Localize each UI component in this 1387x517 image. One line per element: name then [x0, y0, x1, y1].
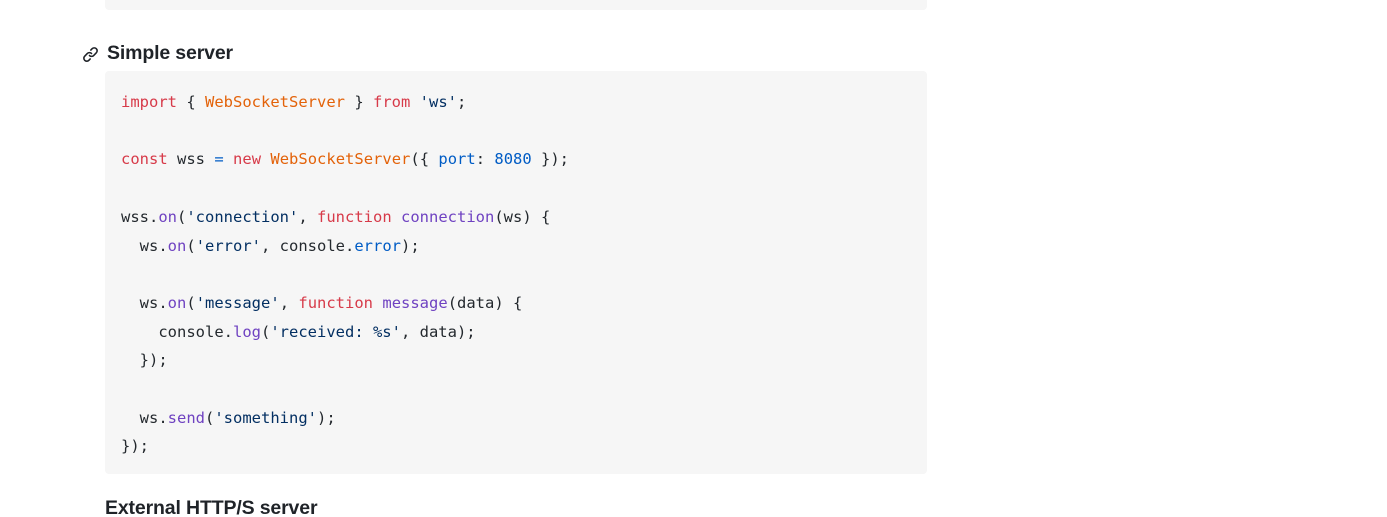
code-token: error: [354, 236, 402, 255]
code-token: );: [317, 408, 336, 427]
code-token: ;: [456, 93, 467, 111]
code-line: ws.send('something');: [121, 404, 911, 433]
code-line: console.log('received: %s', data);: [121, 318, 911, 347]
code-token: ,: [298, 207, 317, 226]
code-token: );: [401, 236, 420, 255]
code-token: log: [232, 322, 261, 341]
code-token: WebSocketServer: [205, 93, 345, 111]
code-token: });: [121, 351, 168, 370]
code-line: ​: [121, 174, 911, 203]
code-token: (ws) {: [494, 207, 551, 226]
code-token: =: [214, 150, 224, 169]
code-token: import: [121, 93, 177, 111]
code-token: :: [475, 150, 495, 169]
code-token: ({: [410, 150, 439, 169]
code-token: from: [372, 93, 411, 111]
code-token: {: [177, 93, 205, 111]
code-token: ws.: [121, 293, 168, 312]
code-token: });: [121, 437, 149, 456]
code-token: (: [186, 293, 196, 312]
code-token: connection: [401, 207, 495, 226]
code-token: 'received: %s': [270, 322, 401, 341]
code-content: import { WebSocketServer } from 'ws';​co…: [105, 71, 927, 474]
documentation-page: Simple server import { WebSocketServer }…: [0, 0, 1387, 517]
code-token: , console.: [261, 236, 355, 255]
code-token: (: [186, 236, 196, 255]
code-token: wss: [167, 150, 215, 169]
code-line: ​: [121, 375, 911, 404]
code-line: ws.on('message', function message(data) …: [121, 289, 911, 318]
code-token: wss.: [121, 207, 159, 226]
code-block-simple-server[interactable]: import { WebSocketServer } from 'ws';​co…: [105, 71, 927, 474]
code-token: (: [205, 408, 215, 427]
code-token: message: [382, 293, 448, 312]
code-token: 'connection': [186, 207, 299, 226]
code-token: (: [177, 207, 187, 226]
code-line: import { WebSocketServer } from 'ws';: [121, 88, 911, 117]
code-token: on: [167, 293, 187, 312]
code-line: });: [121, 346, 911, 375]
section-heading-text: Simple server: [107, 42, 233, 65]
code-token: (data) {: [447, 293, 523, 312]
code-token: function: [317, 207, 392, 226]
code-token: const: [121, 150, 168, 169]
section-heading-external-http-server: External HTTP/S server: [105, 497, 318, 517]
previous-code-block-tail: [105, 0, 927, 10]
code-token: console.: [121, 322, 233, 341]
code-token: on: [158, 207, 177, 226]
section-heading-simple-server: Simple server: [82, 40, 233, 68]
code-token: });: [531, 150, 570, 169]
code-token: ,: [279, 293, 299, 312]
code-token: 'something': [214, 408, 317, 427]
code-token: ws.: [121, 408, 168, 427]
code-token: }: [344, 93, 373, 111]
code-line: wss.on('connection', function connection…: [121, 203, 911, 232]
code-token: function: [298, 293, 374, 312]
code-token: 'message': [195, 293, 280, 312]
code-token: (: [260, 322, 271, 341]
code-line: });: [121, 432, 911, 461]
code-token: 'error': [195, 236, 262, 255]
code-token: WebSocketServer: [270, 150, 411, 169]
code-token: port: [438, 150, 476, 169]
code-line: ws.on('error', console.error);: [121, 232, 911, 261]
code-token: 'ws': [419, 93, 457, 111]
code-token: new: [233, 150, 262, 169]
link-icon[interactable]: [82, 46, 99, 63]
code-line: ​: [121, 117, 911, 146]
code-token: 8080: [494, 150, 532, 169]
code-line: const wss = new WebSocketServer({ port: …: [121, 145, 911, 174]
code-token: ws.: [121, 236, 168, 255]
code-token: send: [167, 408, 205, 427]
code-token: on: [167, 236, 187, 255]
code-token: , data);: [400, 322, 476, 341]
code-root: import { WebSocketServer } from 'ws';​co…: [121, 88, 911, 461]
code-line: ​: [121, 260, 911, 289]
